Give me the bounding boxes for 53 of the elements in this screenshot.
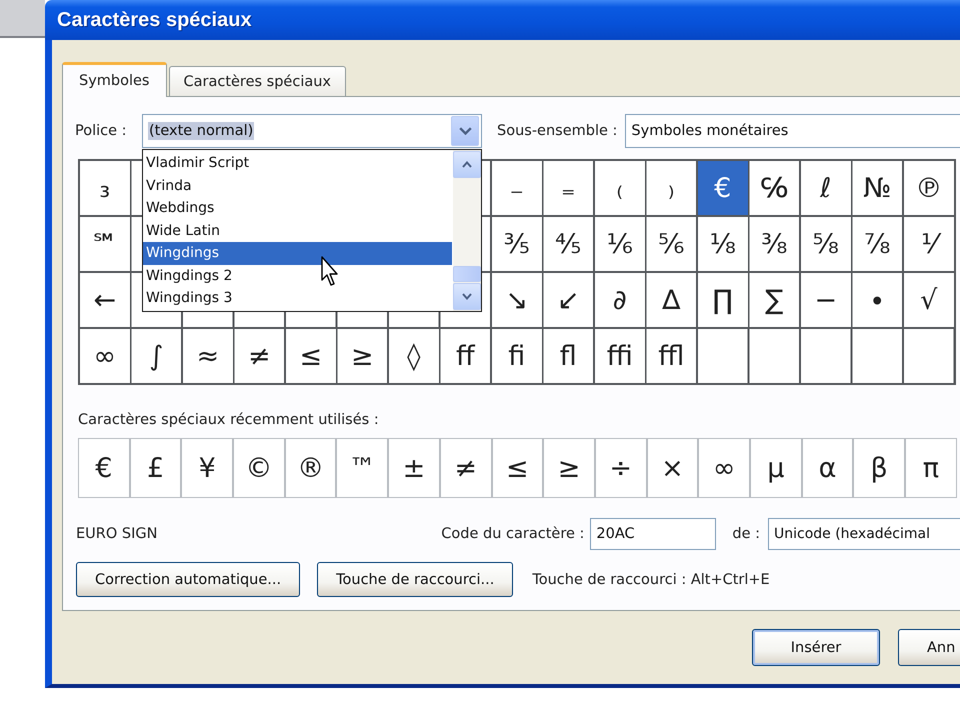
recent-symbol-cell[interactable]: µ <box>750 438 802 498</box>
font-combobox[interactable]: (texte normal) <box>142 114 482 148</box>
chevron-down-icon <box>462 293 472 300</box>
recent-symbol-cell[interactable]: ≤ <box>492 438 544 498</box>
recent-symbol-cell[interactable]: € <box>78 438 130 498</box>
option-button[interactable]: Correction automatique... <box>76 562 300 597</box>
option-button[interactable]: Touche de raccourci... <box>317 562 514 597</box>
symbol-cell[interactable]: € <box>698 161 748 215</box>
recent-symbol-cell[interactable]: © <box>233 438 285 498</box>
recent-symbol-cell[interactable]: ∞ <box>698 438 750 498</box>
tab[interactable]: Symboles <box>62 62 166 97</box>
character-code-label: Code du caractère : <box>441 526 584 542</box>
recent-symbol-cell[interactable]: α <box>802 438 854 498</box>
recent-symbol-cell[interactable]: £ <box>130 438 182 498</box>
recent-symbol-cell[interactable]: ÷ <box>594 438 647 498</box>
window-title: Caractères spéciaux <box>57 8 252 32</box>
recent-symbol-cell[interactable]: ® <box>284 438 336 498</box>
recent-symbol-cell[interactable]: ¥ <box>181 438 234 498</box>
scroll-up-button[interactable] <box>453 151 481 178</box>
font-option[interactable]: Wingdings <box>143 242 452 264</box>
scroll-down-button[interactable] <box>453 283 481 310</box>
chevron-up-icon <box>462 161 472 168</box>
recent-symbols-label: Caractères spéciaux récemment utilisés : <box>78 412 380 429</box>
code-source-combobox[interactable]: Unicode (hexadécimal <box>768 518 960 550</box>
scrollbar-thumb[interactable] <box>453 266 481 282</box>
shortcut-text: Touche de raccourci : Alt+Ctrl+E <box>532 572 770 588</box>
code-source-label: de : <box>732 526 760 542</box>
recent-symbol-cell[interactable]: ≥ <box>543 438 595 498</box>
recent-symbol-cell[interactable]: π <box>905 438 957 498</box>
font-option[interactable]: Wingdings 2 <box>143 264 452 287</box>
recent-symbol-cell[interactable]: ™ <box>336 438 388 498</box>
recent-symbol-cell[interactable]: β <box>853 438 905 498</box>
recent-symbol-cell[interactable]: ± <box>388 438 440 498</box>
font-option[interactable]: Vladimir Script <box>143 152 452 174</box>
font-value-text: (texte normal) <box>148 122 254 140</box>
font-label: Police : <box>75 123 128 139</box>
font-option[interactable]: Wide Latin <box>143 220 452 242</box>
font-option[interactable]: Wingdings 3 <box>143 287 452 310</box>
subset-combobox[interactable]: Symboles monétaires <box>625 114 960 148</box>
dialog-button[interactable]: Ann <box>898 629 960 666</box>
scrollbar[interactable] <box>453 150 481 311</box>
subset-label: Sous-ensemble : <box>497 123 618 139</box>
chevron-down-icon <box>458 127 472 135</box>
recent-symbol-cell[interactable]: × <box>646 438 698 498</box>
recent-symbol-cell[interactable]: ≠ <box>440 438 492 498</box>
font-option[interactable]: Webdings <box>143 197 452 220</box>
font-option[interactable]: Vrinda <box>143 174 452 197</box>
character-code-field[interactable]: 20AC <box>590 518 716 550</box>
tab[interactable]: Caractères spéciaux <box>168 66 346 96</box>
dialog-button[interactable]: Insérer <box>752 629 880 666</box>
mouse-pointer-icon <box>321 256 338 286</box>
character-name: EURO SIGN <box>76 526 158 542</box>
dropdown-button[interactable] <box>451 116 479 146</box>
